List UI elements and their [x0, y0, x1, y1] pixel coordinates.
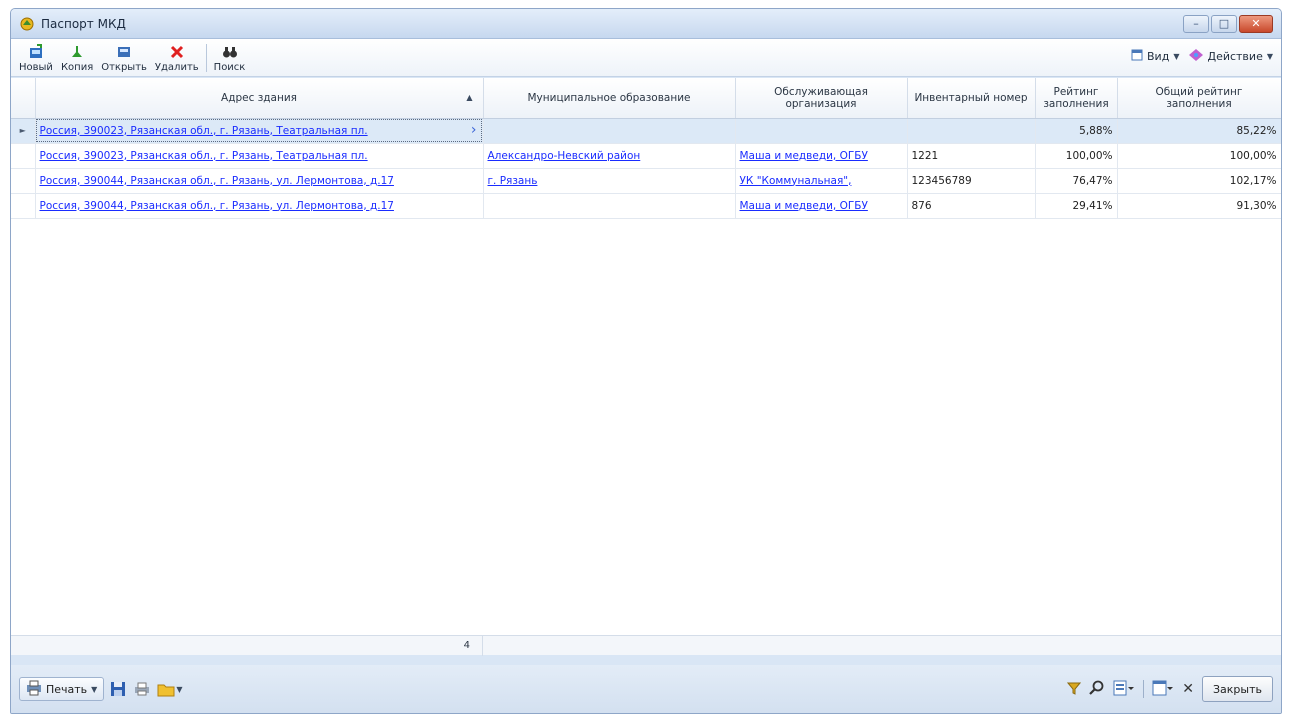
organization-link[interactable]: Маша и медведи, ОГБУ: [740, 150, 868, 162]
toolbar-separator: [205, 44, 207, 72]
municipality-cell[interactable]: [483, 193, 736, 219]
total-rating-cell[interactable]: 102,17%: [1117, 168, 1281, 194]
main-window: Паспорт МКД – □ ✕ Новый Копия Открыть Уд…: [10, 8, 1282, 714]
organization-cell[interactable]: Маша и медведи, ОГБУ: [735, 143, 908, 169]
folder-icon[interactable]: [156, 679, 176, 699]
chevron-down-icon: ▼: [91, 684, 98, 694]
chevron-down-icon: ▼: [1173, 51, 1180, 61]
inventory-cell[interactable]: 123456789: [907, 168, 1036, 194]
export-icon[interactable]: [1113, 680, 1135, 699]
inventory-cell[interactable]: 876: [907, 193, 1036, 219]
app-icon: [19, 16, 35, 32]
address-cell[interactable]: Россия, 390023, Рязанская обл., г. Рязан…: [35, 118, 484, 144]
municipality-cell[interactable]: г. Рязань: [483, 168, 736, 194]
copy-button[interactable]: Копия: [57, 43, 97, 73]
separator: [1143, 680, 1145, 698]
organization-link[interactable]: УК "Коммунальная",: [740, 175, 852, 187]
bottom-bar: Печать ▼ ▼ ✕ Закрыть: [11, 665, 1281, 713]
row-indicator: [11, 143, 36, 169]
address-cell[interactable]: Россия, 390023, Рязанская обл., г. Рязан…: [35, 143, 484, 169]
copy-icon: [69, 43, 85, 61]
address-link[interactable]: Россия, 390023, Рязанская обл., г. Рязан…: [40, 150, 368, 162]
action-menu-button[interactable]: Действие ▼: [1189, 48, 1273, 64]
organization-cell[interactable]: Маша и медведи, ОГБУ: [735, 193, 908, 219]
find-icon[interactable]: [1089, 680, 1105, 699]
table-row[interactable]: ► Россия, 390023, Рязанская обл., г. Ряз…: [11, 118, 1281, 144]
address-cell[interactable]: Россия, 390044, Рязанская обл., г. Рязан…: [35, 193, 484, 219]
print-icon: [26, 680, 42, 699]
organization-cell[interactable]: [735, 118, 908, 144]
address-link[interactable]: Россия, 390044, Рязанская обл., г. Рязан…: [40, 200, 394, 212]
total-rating-cell[interactable]: 100,00%: [1117, 143, 1281, 169]
maximize-button[interactable]: □: [1211, 14, 1237, 33]
delete-button[interactable]: Удалить: [151, 43, 203, 73]
close-button[interactable]: Закрыть: [1202, 676, 1273, 702]
close-window-button[interactable]: ✕: [1239, 14, 1273, 33]
grid-header-row: Адрес здания ▲ Муниципальное образование…: [11, 78, 1281, 119]
inventory-cell[interactable]: 1221: [907, 143, 1036, 169]
column-header-total-rating[interactable]: Общий рейтинг заполнения: [1117, 78, 1281, 119]
organization-cell[interactable]: УК "Коммунальная",: [735, 168, 908, 194]
filter-icon[interactable]: [1067, 681, 1082, 698]
total-rating-cell[interactable]: 91,30%: [1117, 193, 1281, 219]
action-icon: [1189, 48, 1204, 64]
organization-link[interactable]: Маша и медведи, ОГБУ: [740, 200, 868, 212]
address-cell[interactable]: Россия, 390044, Рязанская обл., г. Рязан…: [35, 168, 484, 194]
municipality-cell[interactable]: Александро-Невский район: [483, 143, 736, 169]
address-link[interactable]: Россия, 390023, Рязанская обл., г. Рязан…: [40, 125, 368, 137]
printer-icon[interactable]: [132, 679, 152, 699]
view-menu-button[interactable]: Вид ▼: [1131, 49, 1179, 64]
row-indicator-header: [11, 78, 36, 119]
column-header-organization[interactable]: Обслуживающая организация: [735, 78, 908, 119]
table-row[interactable]: Россия, 390044, Рязанская обл., г. Рязан…: [11, 193, 1281, 219]
binoculars-icon: [222, 43, 238, 61]
table-row[interactable]: Россия, 390023, Рязанская обл., г. Рязан…: [11, 143, 1281, 169]
column-header-municipality[interactable]: Муниципальное образование: [483, 78, 736, 119]
rating-cell[interactable]: 100,00%: [1035, 143, 1118, 169]
rating-cell[interactable]: 29,41%: [1035, 193, 1118, 219]
minimize-button[interactable]: –: [1183, 14, 1209, 33]
total-rating-cell[interactable]: 85,22%: [1117, 118, 1281, 144]
window-title: Паспорт МКД: [41, 16, 126, 31]
open-record-icon: [116, 43, 132, 61]
delete-icon: [169, 43, 185, 61]
chevron-down-icon[interactable]: ▼: [176, 685, 182, 694]
sort-ascending-icon: ▲: [466, 93, 473, 102]
clear-icon[interactable]: ✕: [1182, 681, 1194, 697]
rating-cell[interactable]: 76,47%: [1035, 168, 1118, 194]
data-grid: Адрес здания ▲ Муниципальное образование…: [11, 78, 1281, 655]
address-link[interactable]: Россия, 390044, Рязанская обл., г. Рязан…: [40, 175, 394, 187]
row-indicator: [11, 193, 36, 219]
rating-cell[interactable]: 5,88%: [1035, 118, 1118, 144]
municipality-cell[interactable]: [483, 118, 736, 144]
columns-icon[interactable]: [1152, 680, 1174, 699]
title-bar: Паспорт МКД – □ ✕: [11, 9, 1281, 39]
view-icon: [1131, 49, 1143, 64]
chevron-right-icon[interactable]: ›: [471, 122, 477, 138]
municipality-link[interactable]: г. Рязань: [488, 175, 538, 187]
column-header-inventory[interactable]: Инвентарный номер: [907, 78, 1036, 119]
print-button[interactable]: Печать ▼: [19, 677, 105, 701]
column-header-rating[interactable]: Рейтинг заполнения: [1035, 78, 1118, 119]
row-indicator: [11, 168, 36, 194]
row-count: 4: [35, 636, 483, 656]
municipality-link[interactable]: Александро-Невский район: [488, 150, 641, 162]
save-icon[interactable]: [108, 679, 128, 699]
grid-footer: 4: [11, 635, 1281, 656]
open-button[interactable]: Открыть: [97, 43, 151, 73]
current-row-indicator-icon: ►: [11, 118, 36, 144]
chevron-down-icon: ▼: [1266, 51, 1273, 61]
new-button[interactable]: Новый: [15, 43, 57, 73]
search-button[interactable]: Поиск: [210, 43, 250, 73]
column-header-address[interactable]: Адрес здания ▲: [35, 78, 484, 119]
toolbar: Новый Копия Открыть Удалить Поиск Вид ▼ …: [11, 39, 1281, 77]
new-record-icon: [28, 43, 44, 61]
inventory-cell[interactable]: [907, 118, 1036, 144]
table-row[interactable]: Россия, 390044, Рязанская обл., г. Рязан…: [11, 168, 1281, 194]
